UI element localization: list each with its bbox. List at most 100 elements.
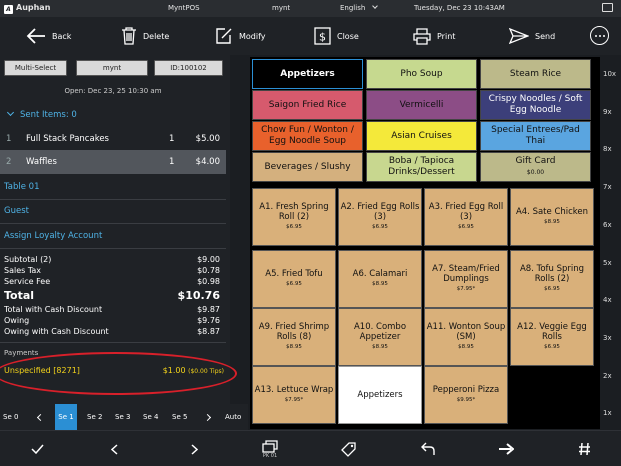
zoom-level[interactable]: 9x xyxy=(603,108,612,116)
menu-item-tile[interactable]: A3. Fried Egg Roll (3) $6.95 xyxy=(424,188,508,246)
page-label: PK 01 xyxy=(262,452,278,459)
menu-item-tile[interactable]: A4. Sate Chicken $8.95 xyxy=(510,188,594,246)
zoom-level[interactable]: 1x xyxy=(603,409,612,417)
zoom-level[interactable]: 2x xyxy=(603,372,612,380)
seat-auto[interactable]: Auto xyxy=(225,404,241,430)
printer-icon xyxy=(413,27,431,45)
category-vermicelli[interactable]: Vermicelli xyxy=(366,90,477,120)
logo-icon: A xyxy=(4,5,13,14)
category-pho-soup[interactable]: Pho Soup xyxy=(366,59,477,89)
user-name: mynt xyxy=(272,4,291,12)
cash-discount-row: Total with Cash Discount $9.87 xyxy=(4,305,220,314)
menu-item-tile[interactable]: A7. Steam/Fried Dumplings $7.95* xyxy=(424,250,508,308)
sent-items-toggle[interactable]: Sent Items: 0 xyxy=(6,108,77,120)
seat-0[interactable]: Se 0 xyxy=(3,404,18,430)
order-item[interactable]: 2 Waffles 1 $4.00 xyxy=(0,150,226,174)
delete-button[interactable]: Delete xyxy=(121,17,169,55)
page-layers-button[interactable]: PK 01 xyxy=(260,431,280,466)
menu-item-tile[interactable]: Appetizers xyxy=(338,366,422,424)
back-button[interactable]: Back xyxy=(26,17,71,55)
category-saigon-fried-rice[interactable]: Saigon Fried Rice xyxy=(252,90,363,120)
seat-3[interactable]: Se 3 xyxy=(115,404,130,430)
menu-item-tile[interactable]: A13. Lettuce Wrap $7.95* xyxy=(252,366,336,424)
divider xyxy=(0,248,226,249)
zoom-level[interactable]: 7x xyxy=(603,183,612,191)
seat-next-button[interactable] xyxy=(202,404,212,430)
forward-button[interactable] xyxy=(497,431,515,466)
category-chow-fun-wonton-egg-noodle-soup[interactable]: Chow Fun / Wonton / Egg Noodle Soup xyxy=(252,121,363,151)
arrow-right-icon xyxy=(499,443,514,455)
category-appetizers[interactable]: Appetizers xyxy=(252,59,363,89)
chevron-right-icon xyxy=(203,413,211,421)
order-id[interactable]: ID:100102 xyxy=(154,60,223,76)
category-boba-tapioca-drinks-dessert[interactable]: Boba / Tapioca Drinks/Dessert xyxy=(366,152,477,182)
menu-item-tile[interactable]: A11. Wonton Soup (SM) $8.95 xyxy=(424,308,508,366)
zoom-level[interactable]: 8x xyxy=(603,145,612,153)
divider xyxy=(0,223,226,224)
status-bar: A Auphan MyntPOS mynt English Tuesday, De… xyxy=(0,0,621,17)
menu-item-tile[interactable]: A5. Fried Tofu $6.95 xyxy=(252,250,336,308)
payments-label: Payments xyxy=(4,349,39,357)
prev-button[interactable] xyxy=(108,431,120,466)
total-row: Total $10.76 xyxy=(4,289,220,302)
menu-item-tile[interactable]: A10. Combo Appetizer $8.95 xyxy=(338,308,422,366)
category-beverages-slushy[interactable]: Beverages / Slushy xyxy=(252,152,363,182)
hash-icon xyxy=(578,442,590,456)
zoom-level[interactable]: 6x xyxy=(603,221,612,229)
order-panel: Multi-Select mynt ID:100102 Open: Dec 23… xyxy=(0,55,237,408)
server-button[interactable]: mynt xyxy=(76,60,148,76)
multi-select-button[interactable]: Multi-Select xyxy=(4,60,67,76)
menu-item-tile[interactable]: Pepperoni Pizza $9.95* xyxy=(424,366,508,424)
language-select[interactable]: English xyxy=(340,3,378,12)
modify-button[interactable]: Modify xyxy=(215,17,266,55)
loyalty-link[interactable]: Assign Loyalty Account xyxy=(4,231,102,241)
hash-button[interactable] xyxy=(576,431,592,466)
trash-icon xyxy=(122,27,136,45)
send-button[interactable]: Send xyxy=(509,17,555,55)
edit-icon xyxy=(216,28,232,44)
dollar-box-icon: $ xyxy=(314,27,331,45)
seat-5[interactable]: Se 5 xyxy=(172,404,187,430)
brand-logo: A Auphan xyxy=(4,3,50,14)
menu-item-tile[interactable]: A1. Fresh Spring Roll (2) $6.95 xyxy=(252,188,336,246)
seat-4[interactable]: Se 4 xyxy=(143,404,158,430)
menu-item-tile[interactable]: A9. Fried Shrimp Rolls (8) $8.95 xyxy=(252,308,336,366)
zoom-level[interactable]: 10x xyxy=(603,70,616,78)
chat-icon[interactable] xyxy=(602,3,613,12)
menu-item-tile[interactable]: A2. Fried Egg Rolls (3) $6.95 xyxy=(338,188,422,246)
close-button[interactable]: $ Close xyxy=(314,17,359,55)
category-steam-rice[interactable]: Steam Rice xyxy=(480,59,591,89)
more-options-icon[interactable] xyxy=(590,26,609,45)
zoom-level[interactable]: 3x xyxy=(603,334,612,342)
tag-button[interactable] xyxy=(340,431,356,466)
category-gift-card[interactable]: Gift Card $0.00 xyxy=(480,152,591,182)
send-icon xyxy=(509,28,529,44)
owing-discount-row: Owing with Cash Discount $8.87 xyxy=(4,327,220,336)
menu-item-tile[interactable]: A6. Calamari $8.95 xyxy=(338,250,422,308)
order-item[interactable]: 1 Full Stack Pancakes 1 $5.00 xyxy=(0,127,226,151)
seat-prev-button[interactable] xyxy=(35,404,45,430)
chevron-left-icon xyxy=(36,413,44,421)
next-button[interactable] xyxy=(188,431,200,466)
seat-2[interactable]: Se 2 xyxy=(87,404,102,430)
category-special-entrees-pad-thai[interactable]: Special Entrees/Pad Thai xyxy=(480,121,591,151)
category-crispy-noodles-soft-egg-noodle[interactable]: Crispy Noodles / Soft Egg Noodle xyxy=(480,90,591,120)
sales-tax-row: Sales Tax $0.78 xyxy=(4,266,220,275)
payment-row[interactable]: Unspecified [8271] $1.00 ($0.00 Tips) xyxy=(4,366,226,375)
app-name: MyntPOS xyxy=(168,4,200,12)
bottom-bar: PK 01 xyxy=(0,430,621,466)
subtotal-row: Subtotal (2) $9.00 xyxy=(4,255,220,264)
undo-button[interactable] xyxy=(420,431,436,466)
seat-1[interactable]: Se 1 xyxy=(55,404,77,430)
menu-item-tile[interactable]: A12. Veggie Egg Rolls $6.95 xyxy=(510,308,594,366)
print-button[interactable]: Print xyxy=(413,17,455,55)
divider xyxy=(0,199,226,200)
guest-link[interactable]: Guest xyxy=(4,206,29,216)
menu-item-tile[interactable]: A8. Tofu Spring Rolls (2) $6.95 xyxy=(510,250,594,308)
table-link[interactable]: Table 01 xyxy=(4,182,40,192)
zoom-level[interactable]: 5x xyxy=(603,259,612,267)
zoom-level[interactable]: 4x xyxy=(603,296,612,304)
category-asian-cruises[interactable]: Asian Cruises xyxy=(366,121,477,151)
confirm-button[interactable] xyxy=(30,431,44,466)
owing-row: Owing $9.76 xyxy=(4,316,220,325)
